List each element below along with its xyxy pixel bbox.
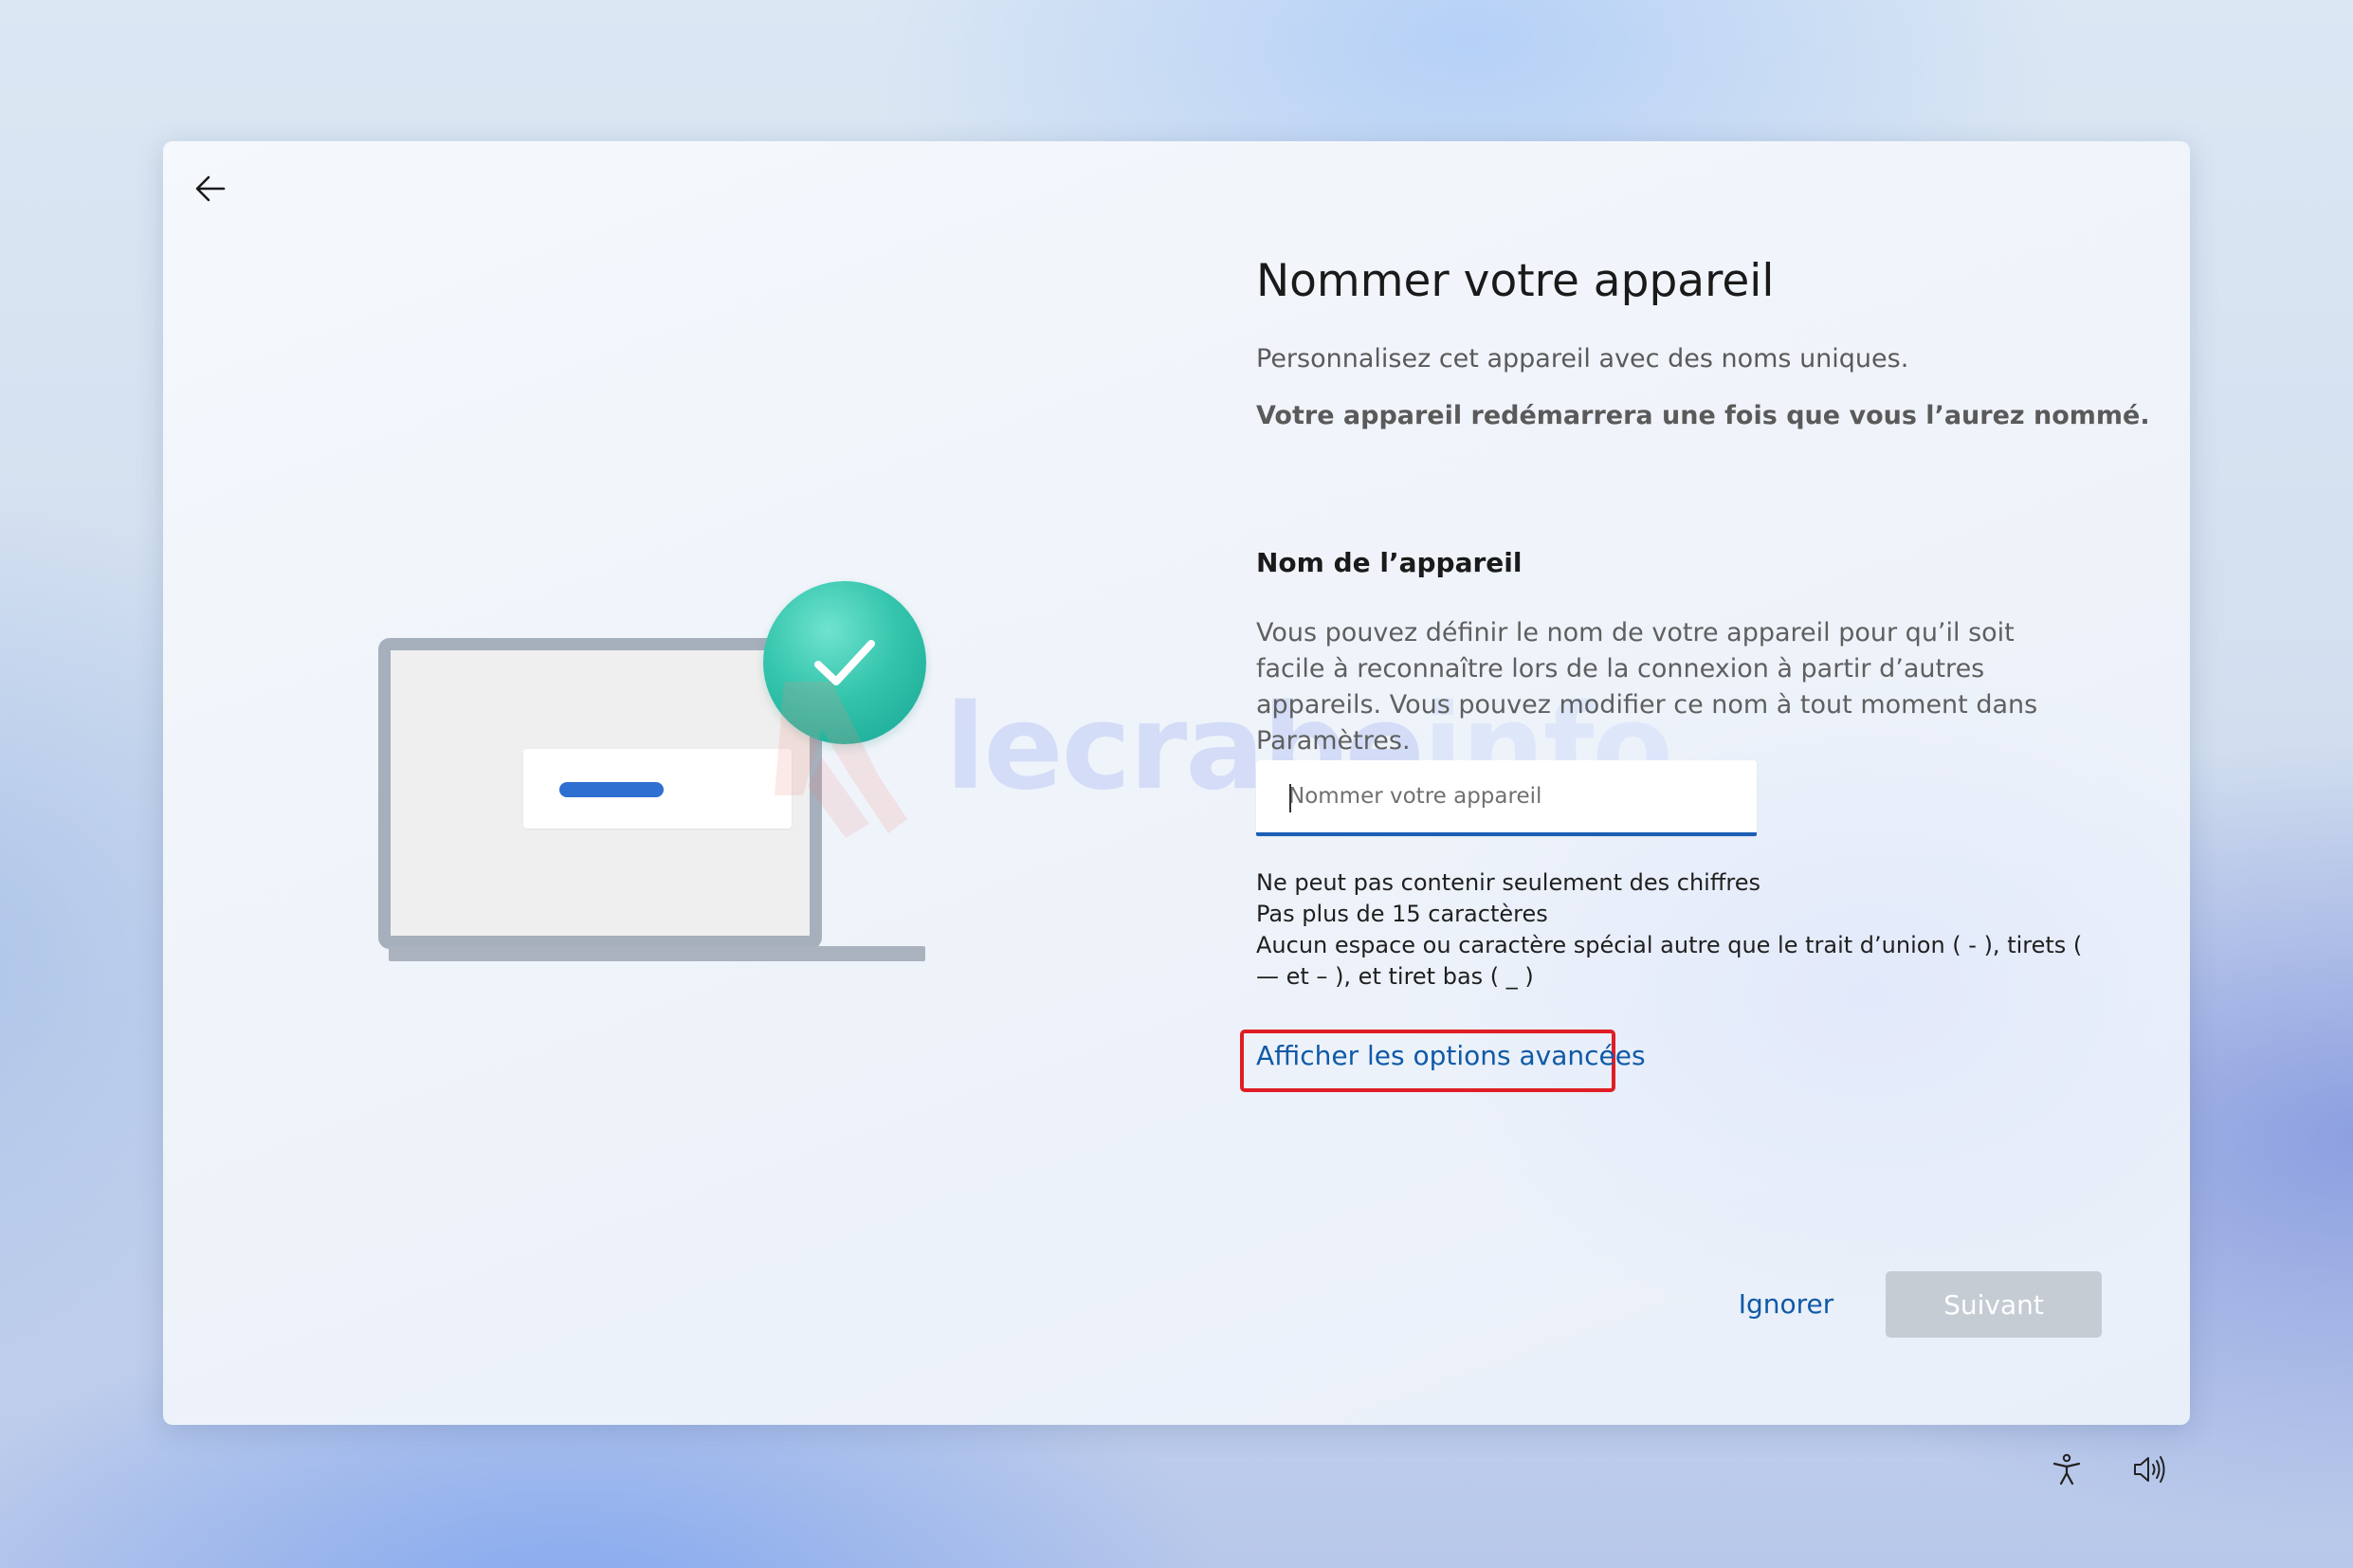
- text-caret: [1289, 784, 1291, 812]
- volume-button[interactable]: [2131, 1450, 2169, 1488]
- arrow-left-icon: [195, 175, 226, 202]
- laptop-card: [523, 749, 792, 829]
- rule-item: Pas plus de 15 caractères: [1256, 901, 1548, 927]
- accessibility-button[interactable]: [2048, 1450, 2086, 1488]
- laptop-base: [389, 946, 925, 961]
- checkmark-icon: [814, 640, 875, 685]
- rule-item: Aucun espace ou caractère spécial autre …: [1256, 932, 2083, 990]
- laptop-card-bar: [559, 782, 664, 797]
- page-subtitle: Personnalisez cet appareil avec des noms…: [1256, 344, 1909, 374]
- page-title: Nommer votre appareil: [1256, 255, 1775, 307]
- name-rules: Ne peut pas contenir seulement des chiff…: [1256, 867, 2090, 993]
- skip-button[interactable]: Ignorer: [1715, 1270, 1857, 1337]
- volume-icon: [2134, 1456, 2165, 1483]
- rule-item: Ne peut pas contenir seulement des chiff…: [1256, 869, 1760, 896]
- check-badge: [763, 581, 926, 744]
- device-name-heading: Nom de l’appareil: [1256, 547, 1523, 578]
- next-button[interactable]: Suivant: [1886, 1271, 2102, 1338]
- device-name-input[interactable]: [1256, 760, 1757, 836]
- restart-note: Votre appareil redémarrera une fois que …: [1256, 401, 2150, 430]
- device-name-description: Vous pouvez définir le nom de votre appa…: [1256, 618, 2038, 756]
- system-tray: [2048, 1450, 2169, 1488]
- back-button[interactable]: [184, 162, 237, 215]
- accessibility-icon: [2052, 1453, 2081, 1486]
- setup-window: lecrabeinfo Nommer votre appareil Person…: [163, 141, 2190, 1425]
- advanced-options-link[interactable]: Afficher les options avancées: [1256, 1040, 1646, 1071]
